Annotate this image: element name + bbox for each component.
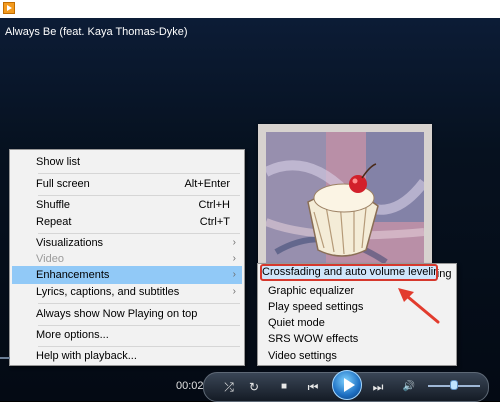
- menu-item-label: Full screen: [36, 178, 90, 190]
- menu-item-shuffle[interactable]: Shuffle Ctrl+H: [12, 196, 242, 214]
- menu-item-label: Shuffle: [36, 199, 71, 211]
- menu-item-label: Show list: [36, 156, 81, 168]
- menu-item-shortcut: Ctrl+T: [199, 216, 230, 228]
- shuffle-icon[interactable]: ⤮: [222, 380, 236, 394]
- highlighted-item-label: Crossfading and auto volume leveling: [262, 266, 436, 278]
- previous-icon[interactable]: ⏮: [303, 380, 323, 394]
- menu-item-label: Help with playback...: [36, 350, 137, 362]
- chevron-right-icon: ›: [232, 286, 236, 297]
- title-bar: [0, 0, 500, 19]
- song-title: Always Be (feat. Kaya Thomas-Dyke): [5, 26, 188, 38]
- annotation-arrow-icon: [398, 288, 440, 324]
- menu-item-shortcut: Ctrl+H: [198, 199, 230, 211]
- media-player-icon: [3, 2, 15, 14]
- menu-item-label: SRS WOW effects: [268, 333, 359, 345]
- menu-item-label: Always show Now Playing on top: [36, 308, 198, 320]
- menu-item-help-playback[interactable]: Help with playback...: [12, 347, 242, 365]
- menu-item-shortcut: Alt+Enter: [184, 178, 230, 190]
- menu-item-enhancements[interactable]: Enhancements ›: [12, 266, 242, 284]
- submenu-item-srs-wow[interactable]: SRS WOW effects: [260, 330, 454, 348]
- menu-item-repeat[interactable]: Repeat Ctrl+T: [12, 213, 242, 231]
- menu-separator: [38, 173, 240, 174]
- submenu-item-video-settings[interactable]: Video settings: [260, 347, 454, 365]
- context-menu: Show list Full screen Alt+Enter Shuffle …: [9, 149, 245, 366]
- chevron-right-icon: ›: [232, 269, 236, 280]
- menu-item-show-list[interactable]: Show list: [12, 153, 242, 171]
- menu-item-label: Enhancements: [36, 269, 110, 281]
- stop-icon[interactable]: ■: [277, 380, 291, 394]
- menu-item-lyrics-captions-subtitles[interactable]: Lyrics, captions, and subtitles ›: [12, 283, 242, 301]
- menu-separator: [38, 303, 240, 304]
- menu-item-more-options[interactable]: More options...: [12, 326, 242, 344]
- menu-item-label: More options...: [36, 329, 109, 341]
- menu-item-always-on-top[interactable]: Always show Now Playing on top: [12, 305, 242, 323]
- seek-bar[interactable]: [0, 357, 10, 359]
- volume-icon[interactable]: 🔊: [402, 380, 416, 394]
- next-icon[interactable]: ⏭: [368, 380, 388, 394]
- repeat-icon[interactable]: ↻: [247, 380, 261, 394]
- menu-item-label: Repeat: [36, 216, 72, 228]
- menu-item-label: Video settings: [268, 350, 337, 362]
- elapsed-time: 00:02: [176, 380, 204, 392]
- menu-item-label: Lyrics, captions, and subtitles: [36, 286, 180, 298]
- menu-item-full-screen[interactable]: Full screen Alt+Enter: [12, 175, 242, 193]
- volume-slider-handle[interactable]: [450, 380, 458, 390]
- play-button[interactable]: [332, 370, 362, 400]
